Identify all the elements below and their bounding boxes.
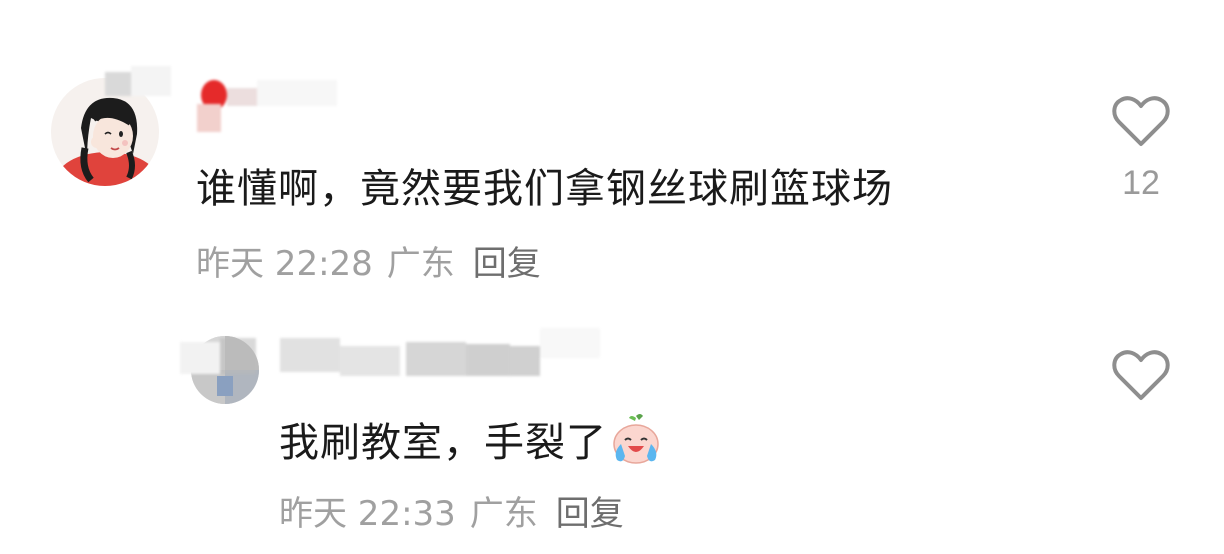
- reply-button[interactable]: 回复: [473, 244, 541, 284]
- comment-item: 我刷教室，手裂了 昨天 22:33 广东 回复: [0, 300, 1224, 554]
- like-button[interactable]: 12: [1101, 96, 1181, 203]
- username-redacted: [105, 62, 345, 132]
- comment-location: 广东: [386, 244, 455, 284]
- heart-icon[interactable]: [1112, 350, 1170, 402]
- reply-button[interactable]: 回复: [556, 494, 624, 534]
- comment-time: 昨天 22:33: [279, 494, 456, 534]
- comment-meta: 昨天 22:28 广东 回复: [196, 236, 555, 285]
- comment-text: 谁懂啊，竟然要我们拿钢丝球刷篮球场: [196, 166, 893, 212]
- heart-icon[interactable]: [1112, 96, 1170, 148]
- comment-meta: 昨天 22:33 广东 回复: [279, 486, 638, 535]
- username-redacted: [180, 328, 600, 386]
- crying-laughing-emoji-icon: [609, 412, 663, 466]
- comment-item: 谁懂啊，竟然要我们拿钢丝球刷篮球场 昨天 22:28 广东 回复 12: [0, 0, 1224, 300]
- like-count: 12: [1122, 164, 1160, 202]
- comment-text: 我刷教室，手裂了: [279, 410, 663, 468]
- comment-location: 广东: [469, 494, 538, 534]
- comment-time: 昨天 22:28: [196, 244, 373, 284]
- like-button[interactable]: [1101, 350, 1181, 402]
- comment-text-content: 我刷教室，手裂了: [279, 420, 607, 466]
